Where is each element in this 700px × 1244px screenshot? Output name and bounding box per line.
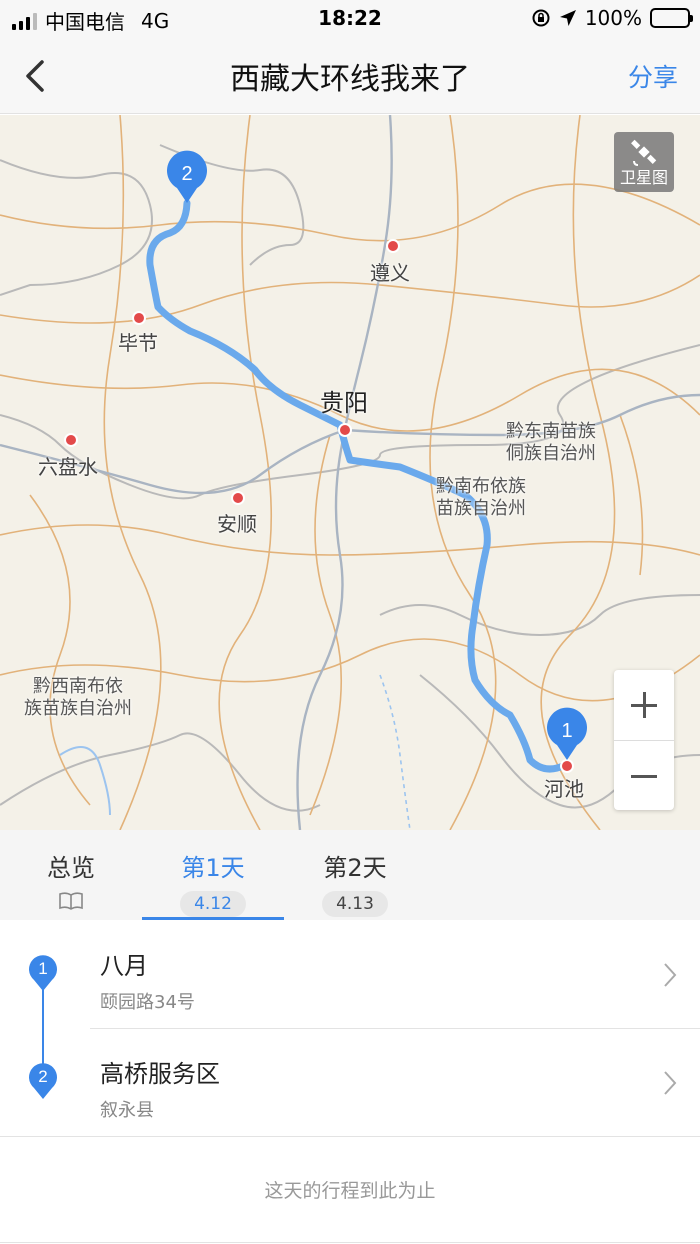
divider bbox=[0, 1136, 700, 1137]
route-marker-end[interactable]: 2 bbox=[166, 150, 207, 203]
stop-pin-icon: 2 bbox=[29, 1063, 57, 1099]
share-button[interactable]: 分享 bbox=[628, 58, 678, 94]
region-line-2: 苗族自治州 bbox=[436, 498, 526, 519]
route-map[interactable]: 2 1 遵义 毕节 贵阳 六盘水 安顺 河池 黔东南苗族 侗族自治州 黔南布依族… bbox=[0, 115, 700, 830]
region-line-2: 族苗族自治州 bbox=[24, 698, 132, 719]
region-label-qiandongnan: 黔东南苗族 侗族自治州 bbox=[506, 421, 596, 465]
city-label-anshun: 安顺 bbox=[217, 512, 257, 536]
tab-date: 4.13 bbox=[322, 891, 388, 917]
satellite-toggle-button[interactable]: 卫星图 bbox=[614, 132, 674, 192]
itinerary-stop[interactable]: 2 高桥服务区 叙永县 bbox=[0, 1028, 700, 1136]
region-label-qiannan: 黔南布依族 苗族自治州 bbox=[436, 476, 526, 520]
page-title: 西藏大环线我来了 bbox=[230, 62, 470, 97]
stop-pin-icon: 1 bbox=[29, 955, 57, 991]
svg-text:2: 2 bbox=[38, 1067, 47, 1086]
region-line-1: 黔东南苗族 bbox=[506, 421, 596, 442]
map-base: 2 1 bbox=[0, 115, 700, 830]
end-of-day-note: 这天的行程到此为止 bbox=[264, 1180, 436, 1202]
satellite-label: 卫星图 bbox=[619, 168, 668, 187]
rotation-lock-icon bbox=[532, 9, 550, 27]
city-label-guiyang: 贵阳 bbox=[320, 389, 368, 417]
tab-label: 第2天 bbox=[323, 854, 387, 882]
city-label-bijie: 毕节 bbox=[118, 331, 158, 355]
city-label-hechi: 河池 bbox=[544, 777, 584, 801]
chevron-right-icon bbox=[664, 1071, 677, 1095]
book-icon bbox=[59, 892, 83, 910]
day-tabs: 总览 第1天 4.12 第2天 4.13 bbox=[0, 830, 700, 920]
battery-percent: 100% bbox=[584, 6, 642, 30]
svg-text:2: 2 bbox=[181, 163, 192, 185]
region-line-1: 黔西南布依 bbox=[33, 676, 123, 697]
stop-address: 颐园路34号 bbox=[100, 992, 195, 1013]
tab-day-1[interactable]: 第1天 4.12 bbox=[142, 830, 284, 920]
region-label-qianxinan: 黔西南布依 族苗族自治州 bbox=[24, 676, 132, 720]
svg-text:1: 1 bbox=[561, 720, 572, 742]
nav-bar: 西藏大环线我来了 分享 bbox=[0, 36, 700, 114]
region-line-2: 侗族自治州 bbox=[506, 443, 596, 464]
route-marker-start[interactable]: 1 bbox=[547, 707, 587, 760]
city-label-liupanshui: 六盘水 bbox=[38, 455, 98, 479]
zoom-in-button[interactable] bbox=[614, 670, 674, 740]
stop-title: 八月 bbox=[100, 952, 148, 980]
tab-date: 4.12 bbox=[180, 891, 246, 917]
battery-icon bbox=[650, 8, 693, 28]
itinerary-list: 1 八月 颐园路34号 2 高桥服务区 叙永县 bbox=[0, 920, 700, 1136]
chevron-right-icon bbox=[664, 963, 677, 987]
tab-day-2[interactable]: 第2天 4.13 bbox=[284, 830, 426, 920]
divider bbox=[0, 1242, 700, 1243]
location-arrow-icon bbox=[559, 10, 576, 26]
status-right: 100% bbox=[531, 6, 693, 30]
zoom-out-button[interactable] bbox=[614, 740, 674, 810]
tab-overview[interactable]: 总览 bbox=[0, 830, 142, 920]
region-line-1: 黔南布依族 bbox=[436, 476, 526, 497]
zoom-control bbox=[614, 670, 674, 810]
stop-address: 叙永县 bbox=[100, 1100, 154, 1121]
tab-label: 总览 bbox=[47, 854, 95, 882]
city-label-zunyi: 遵义 bbox=[370, 261, 410, 285]
itinerary-stop[interactable]: 1 八月 颐园路34号 bbox=[0, 920, 700, 1029]
status-bar: 中国电信 4G 18:22 100% bbox=[0, 0, 700, 36]
satellite-icon bbox=[631, 139, 657, 166]
svg-text:1: 1 bbox=[38, 959, 47, 978]
stop-title: 高桥服务区 bbox=[100, 1060, 220, 1088]
tab-label: 第1天 bbox=[181, 854, 245, 882]
